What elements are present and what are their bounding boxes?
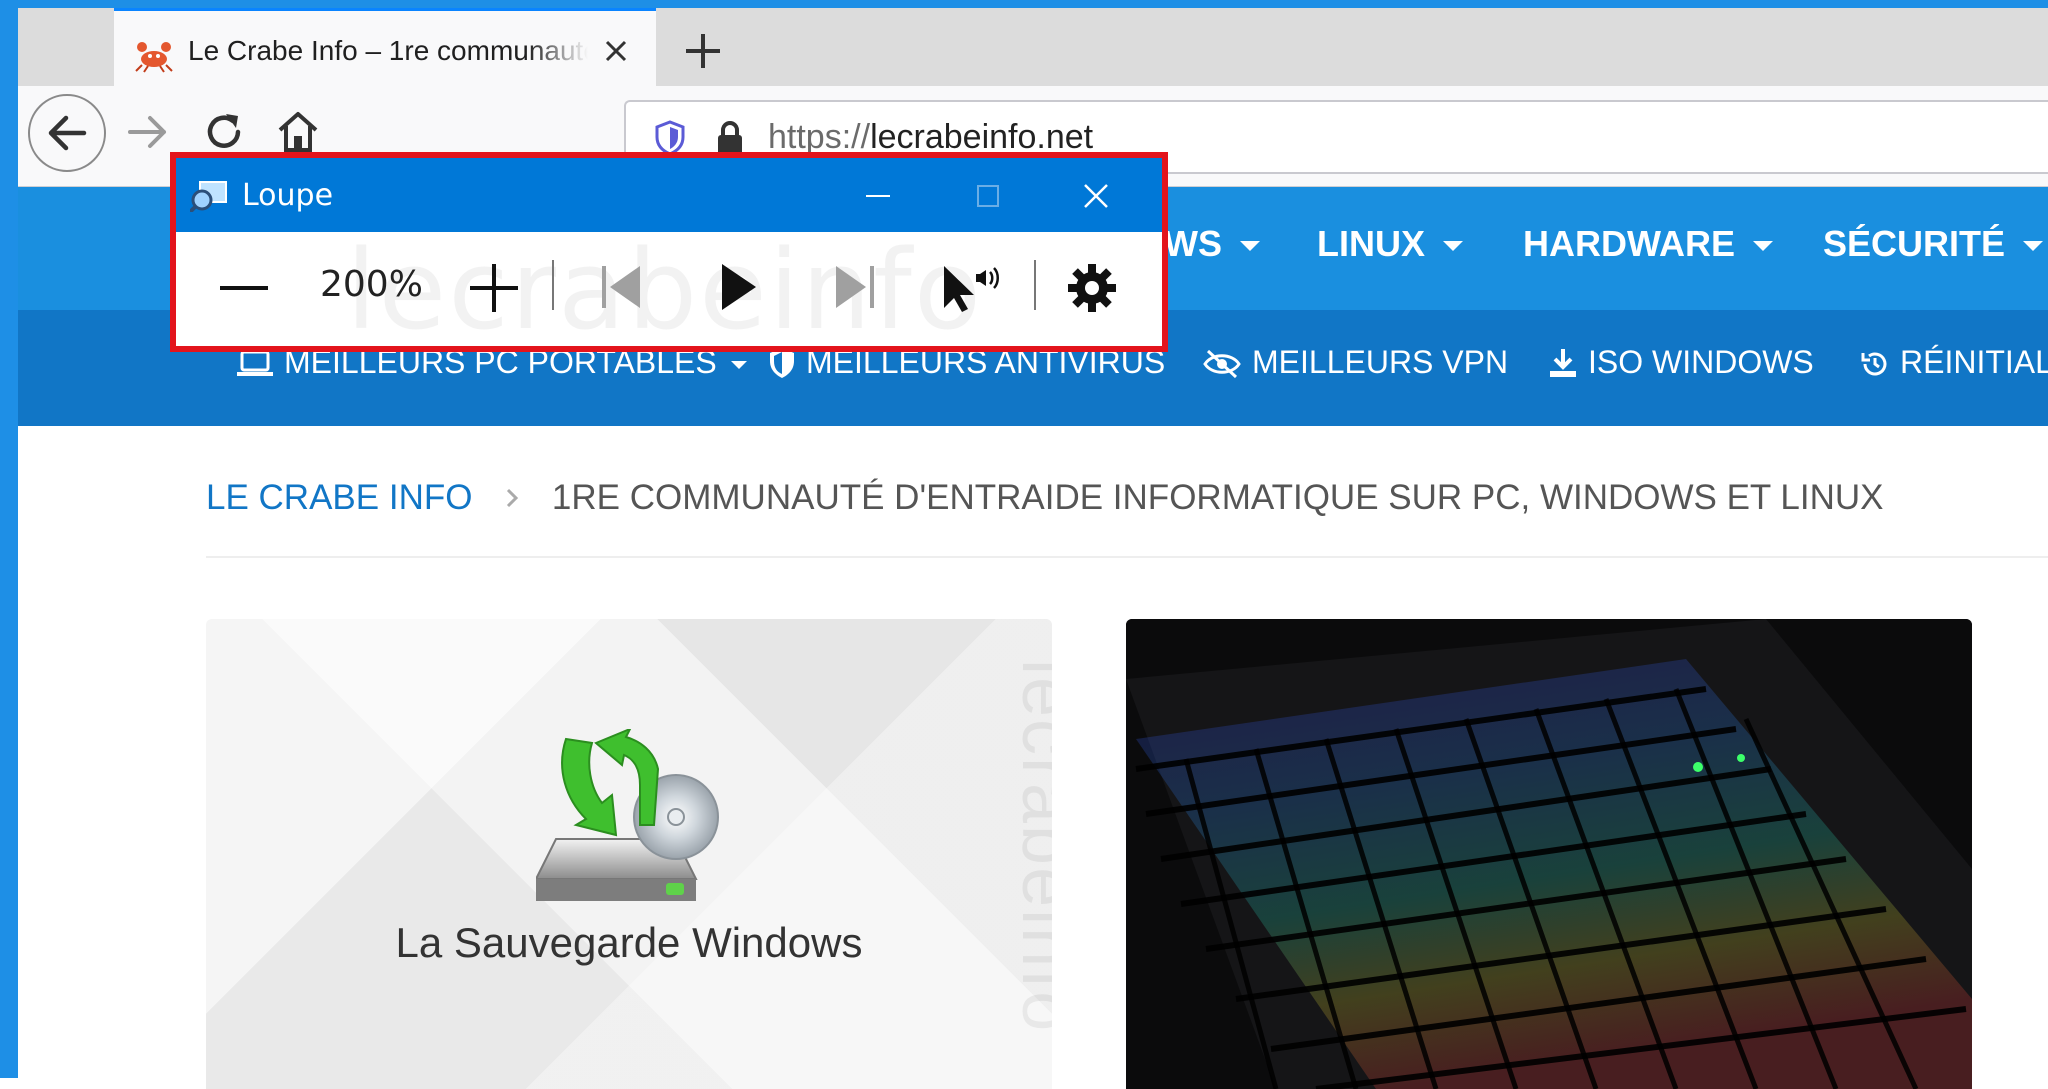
- caret-down-icon: [1443, 241, 1463, 252]
- desktop-background: [0, 0, 2048, 8]
- caret-down-icon: [2023, 241, 2044, 252]
- tracking-protection-shield-icon[interactable]: [654, 120, 686, 156]
- read-from-here-icon[interactable]: [940, 262, 1000, 314]
- submenu-label: ISO WINDOWS: [1588, 344, 1814, 380]
- magnifier-title: Loupe: [242, 178, 334, 213]
- menu-item-securite[interactable]: SÉCURITÉ: [1823, 223, 2044, 265]
- crab-favicon-icon: [135, 42, 173, 73]
- url-scheme: https://: [768, 118, 871, 156]
- submenu-label: RÉINITIALI: [1900, 344, 2048, 380]
- zoom-level: 200%: [320, 264, 423, 305]
- magnifier-watermark: lecrabeinfo: [346, 226, 984, 354]
- divider: [206, 556, 2048, 558]
- article-card-keyboard-image[interactable]: [1126, 619, 1972, 1089]
- back-button[interactable]: [28, 94, 106, 172]
- toolbar-separator: [1034, 260, 1036, 310]
- close-icon[interactable]: [1076, 176, 1116, 216]
- next-icon[interactable]: [830, 262, 878, 312]
- maximize-icon: [977, 185, 999, 207]
- submenu-iso-windows[interactable]: ISO WINDOWS: [1548, 344, 1814, 381]
- breadcrumb-current: 1RE COMMUNAUTÉ D'ENTRAIDE INFORMATIQUE S…: [551, 478, 1884, 517]
- download-icon: [1550, 349, 1576, 377]
- zoom-in-icon[interactable]: [466, 260, 522, 316]
- settings-gear-icon[interactable]: [1066, 262, 1118, 314]
- new-tab-icon[interactable]: [678, 26, 728, 76]
- zoom-out-icon[interactable]: [216, 266, 272, 310]
- url-host: lecrabeinfo.net: [870, 118, 1094, 156]
- magnifier-toolbar: lecrabeinfo 200%: [176, 226, 1162, 354]
- magnifier-titlebar[interactable]: Loupe: [176, 158, 1162, 232]
- minimize-icon[interactable]: [858, 176, 898, 216]
- browser-tab[interactable]: Le Crabe Info – 1re communauté d'entraid…: [114, 8, 656, 94]
- laptop-icon: [237, 350, 273, 376]
- arrow-left-icon: [48, 115, 87, 151]
- tab-title: Le Crabe Info – 1re communauté d'entraid…: [188, 35, 588, 66]
- magnifier-window: Loupe lecrabeinfo 200%: [170, 152, 1168, 354]
- submenu-label: MEILLEURS VPN: [1252, 344, 1509, 380]
- breadcrumb: LE CRABE INFO 1RE COMMUNAUTÉ D'ENTRAIDE …: [206, 478, 1884, 518]
- menu-item-label: LINUX: [1317, 223, 1425, 264]
- magnifier-app-icon: [190, 181, 227, 212]
- forward-arrow-icon[interactable]: [124, 108, 172, 156]
- caret-down-icon: [1753, 241, 1773, 252]
- close-tab-icon[interactable]: [598, 33, 634, 69]
- card-title: La Sauvegarde Windows: [395, 919, 863, 966]
- menu-item-label: WS: [1164, 223, 1222, 264]
- breadcrumb-home-link[interactable]: LE CRABE INFO: [206, 478, 472, 517]
- submenu-reinitialiser[interactable]: RÉINITIALI: [1860, 344, 2048, 381]
- toolbar-separator: [552, 260, 554, 310]
- backup-drive-icon: [536, 729, 719, 901]
- home-icon[interactable]: [274, 106, 322, 156]
- menu-item-linux[interactable]: LINUX: [1317, 223, 1463, 265]
- menu-item-hardware[interactable]: HARDWARE: [1523, 223, 1773, 265]
- chevron-right-icon: [504, 478, 520, 518]
- reload-icon[interactable]: [200, 108, 248, 156]
- tab-strip: Le Crabe Info – 1re communauté d'entraid…: [18, 8, 2048, 94]
- article-card-sauvegarde[interactable]: La Sauvegarde Windows lecrabeinfo: [206, 619, 1052, 1089]
- submenu-meilleurs-vpn[interactable]: MEILLEURS VPN: [1202, 344, 1508, 381]
- menu-item-windows[interactable]: WS: [1164, 223, 1260, 265]
- menu-item-label: HARDWARE: [1523, 223, 1735, 264]
- desktop-background-left: [0, 0, 18, 1078]
- history-icon: [1861, 352, 1887, 376]
- menu-item-label: SÉCURITÉ: [1823, 223, 2006, 264]
- caret-down-icon: [1240, 241, 1260, 252]
- backlit-keyboard-image: [1126, 619, 1972, 1089]
- eye-slash-icon: [1203, 349, 1241, 379]
- previous-icon[interactable]: [598, 262, 646, 312]
- play-icon[interactable]: [716, 260, 760, 314]
- watermark: lecrabeinfo: [1007, 659, 1052, 1034]
- caret-down-icon: [730, 360, 747, 369]
